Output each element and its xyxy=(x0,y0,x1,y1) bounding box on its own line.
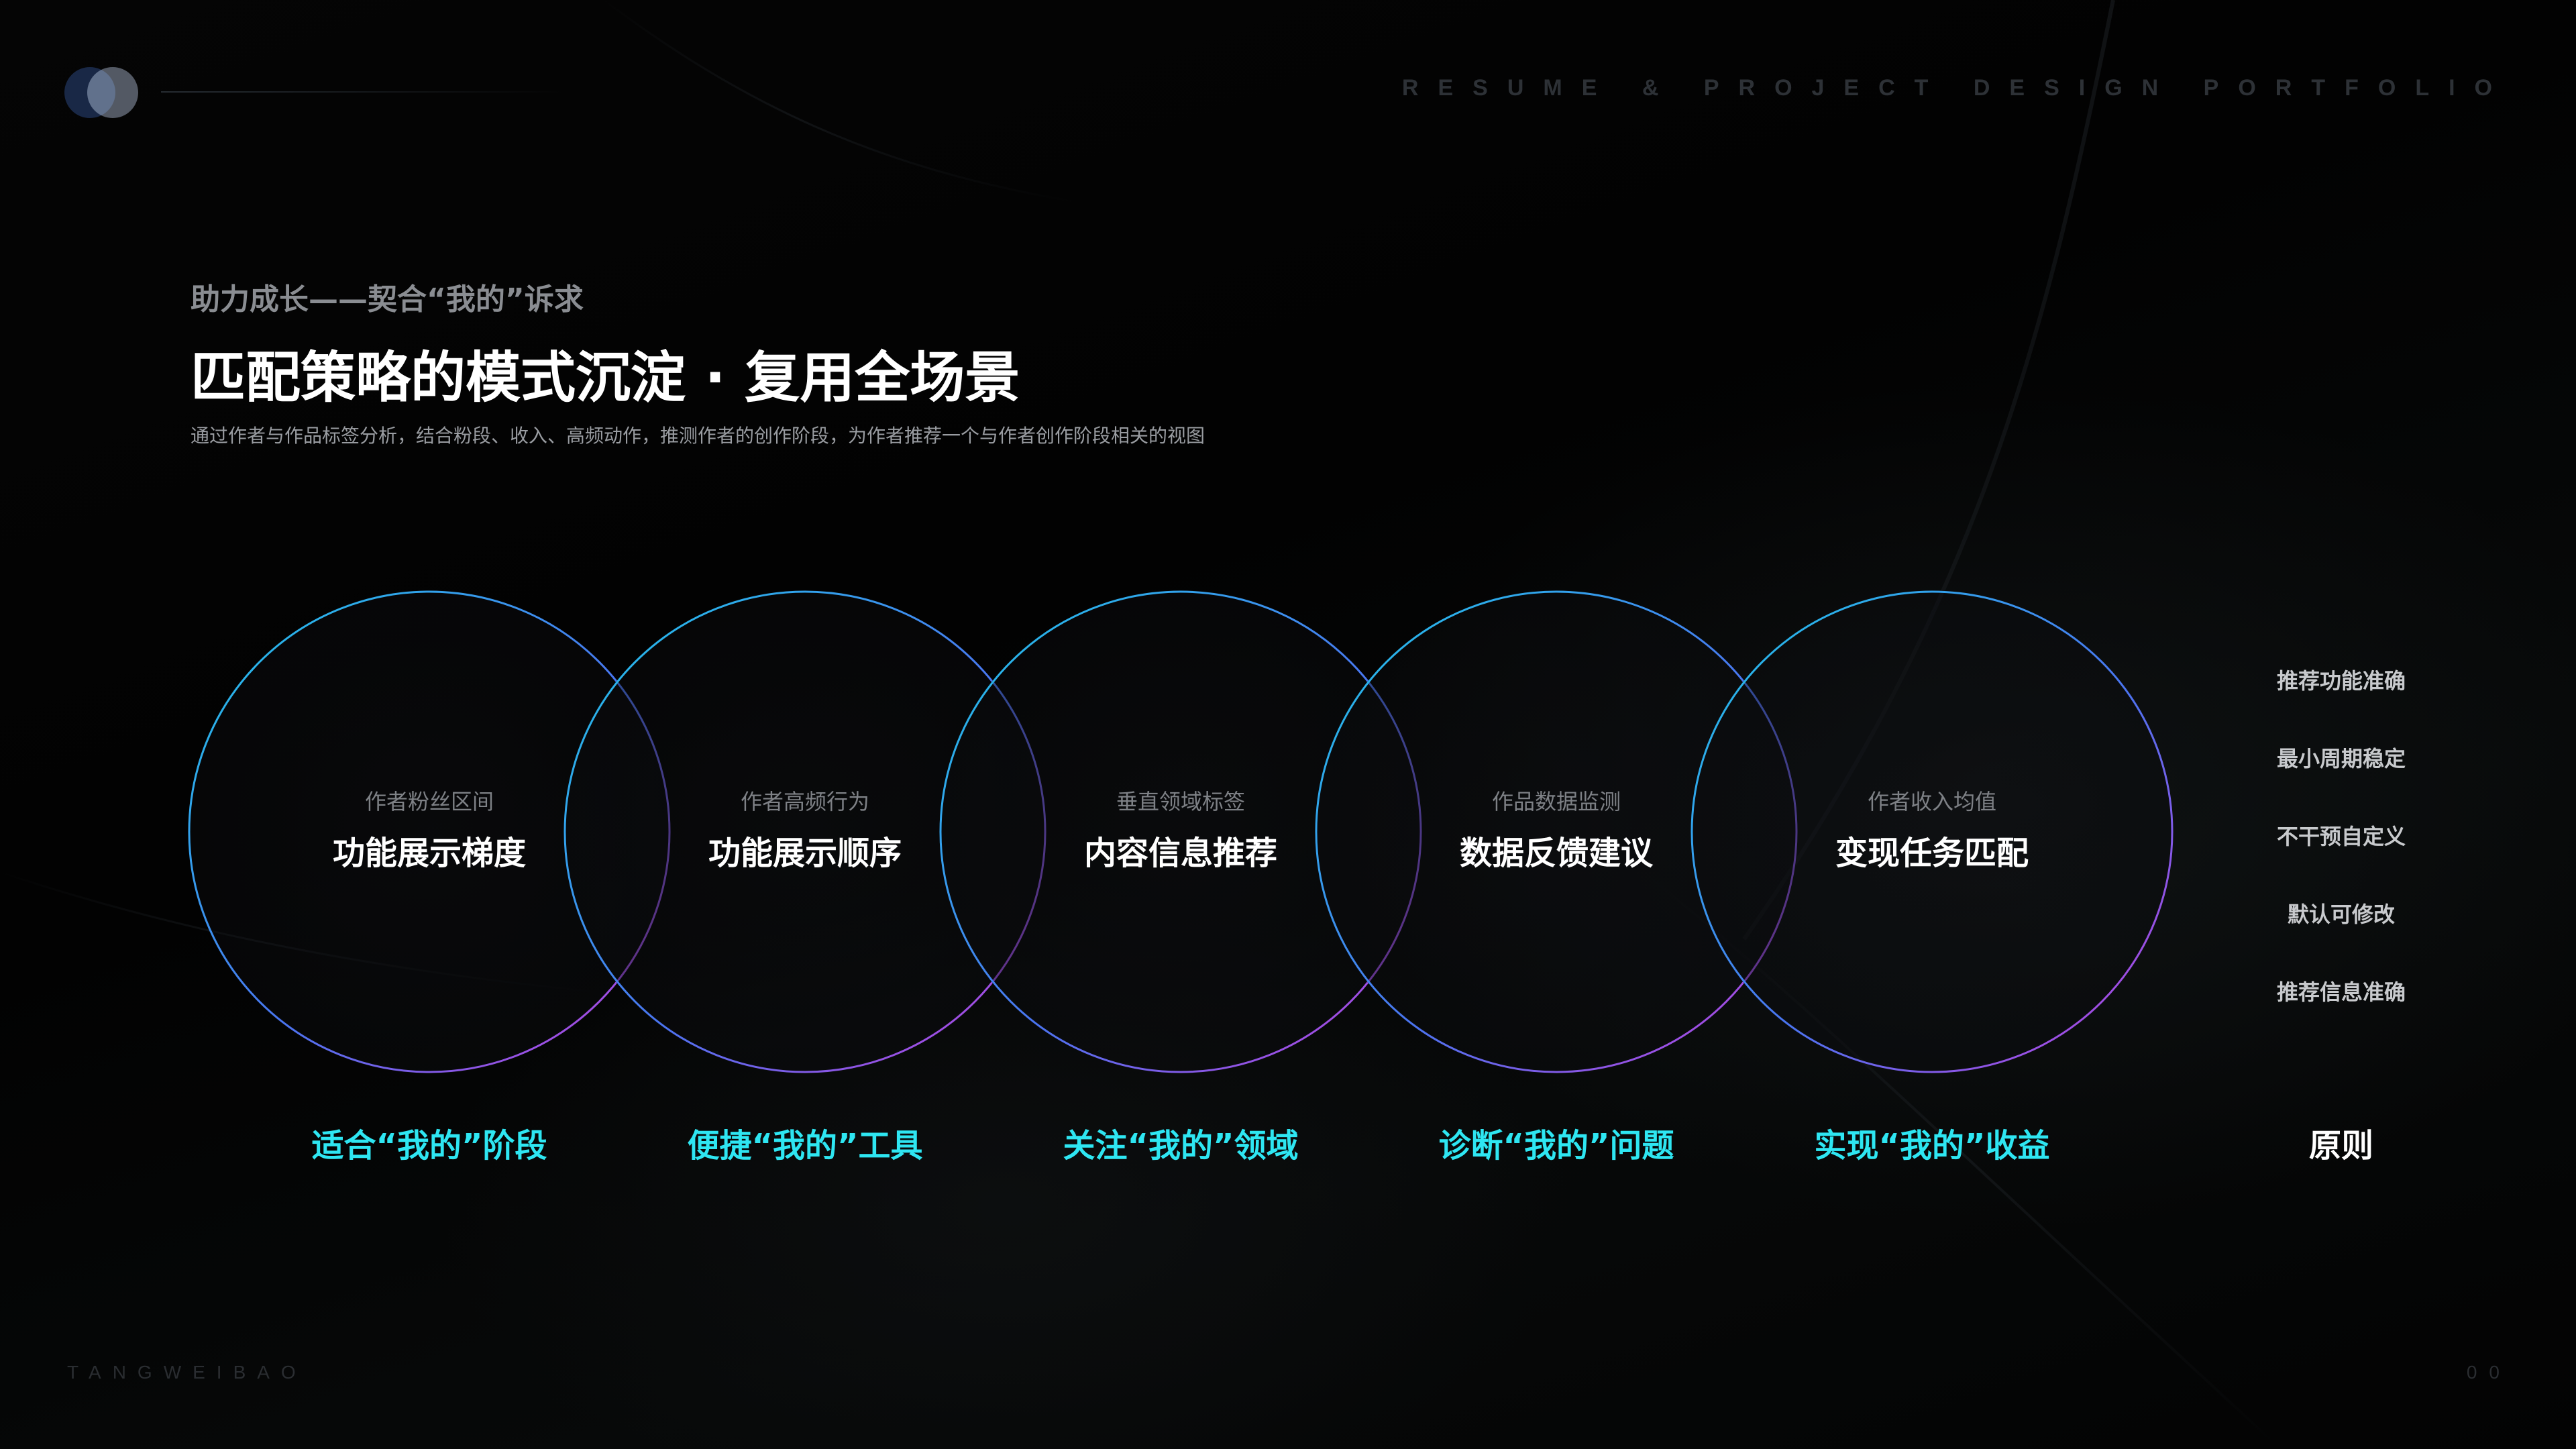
principles-label: 原则 xyxy=(2308,1127,2373,1165)
principle-item: 推荐信息准确 xyxy=(2276,979,2406,1005)
portfolio-title: RESUME & PROJECT DESIGN PORTFOLIO xyxy=(1401,75,2512,101)
header-divider xyxy=(161,91,564,93)
page-title: 匹配策略的模式沉淀 · 复用全场景 xyxy=(191,346,1020,410)
footer-author: TANGWEIBAO xyxy=(67,1362,307,1383)
strategy-circle-5: 作者收入均值 变现任务匹配 xyxy=(1690,590,2174,1073)
circle-title: 变现任务匹配 xyxy=(1835,835,2029,872)
circle-subtitle: 作者收入均值 xyxy=(1867,789,1996,814)
principle-item: 最小周期稳定 xyxy=(2276,746,2406,771)
page-description: 通过作者与作品标签分析，结合粉段、收入、高频动作，推测作者的创作阶段，为作者推荐… xyxy=(191,425,1205,447)
logo-circle-right xyxy=(87,67,138,118)
brand-logo-icon xyxy=(64,67,145,118)
slide: RESUME & PROJECT DESIGN PORTFOLIO 助力成长——… xyxy=(0,0,2576,1449)
principles-list: 推荐功能准确 最小周期稳定 不干预自定义 默认可修改 推荐信息准确 xyxy=(2207,664,2475,1053)
principle-item: 推荐功能准确 xyxy=(2276,668,2406,694)
section-kicker: 助力成长——契合“我的”诉求 xyxy=(191,282,584,317)
principle-item: 不干预自定义 xyxy=(2276,824,2406,849)
circle-caption-5: 实现“我的”收益 xyxy=(1814,1127,2050,1165)
principle-item: 默认可修改 xyxy=(2287,902,2395,927)
page-number: 00 xyxy=(2466,1362,2512,1383)
